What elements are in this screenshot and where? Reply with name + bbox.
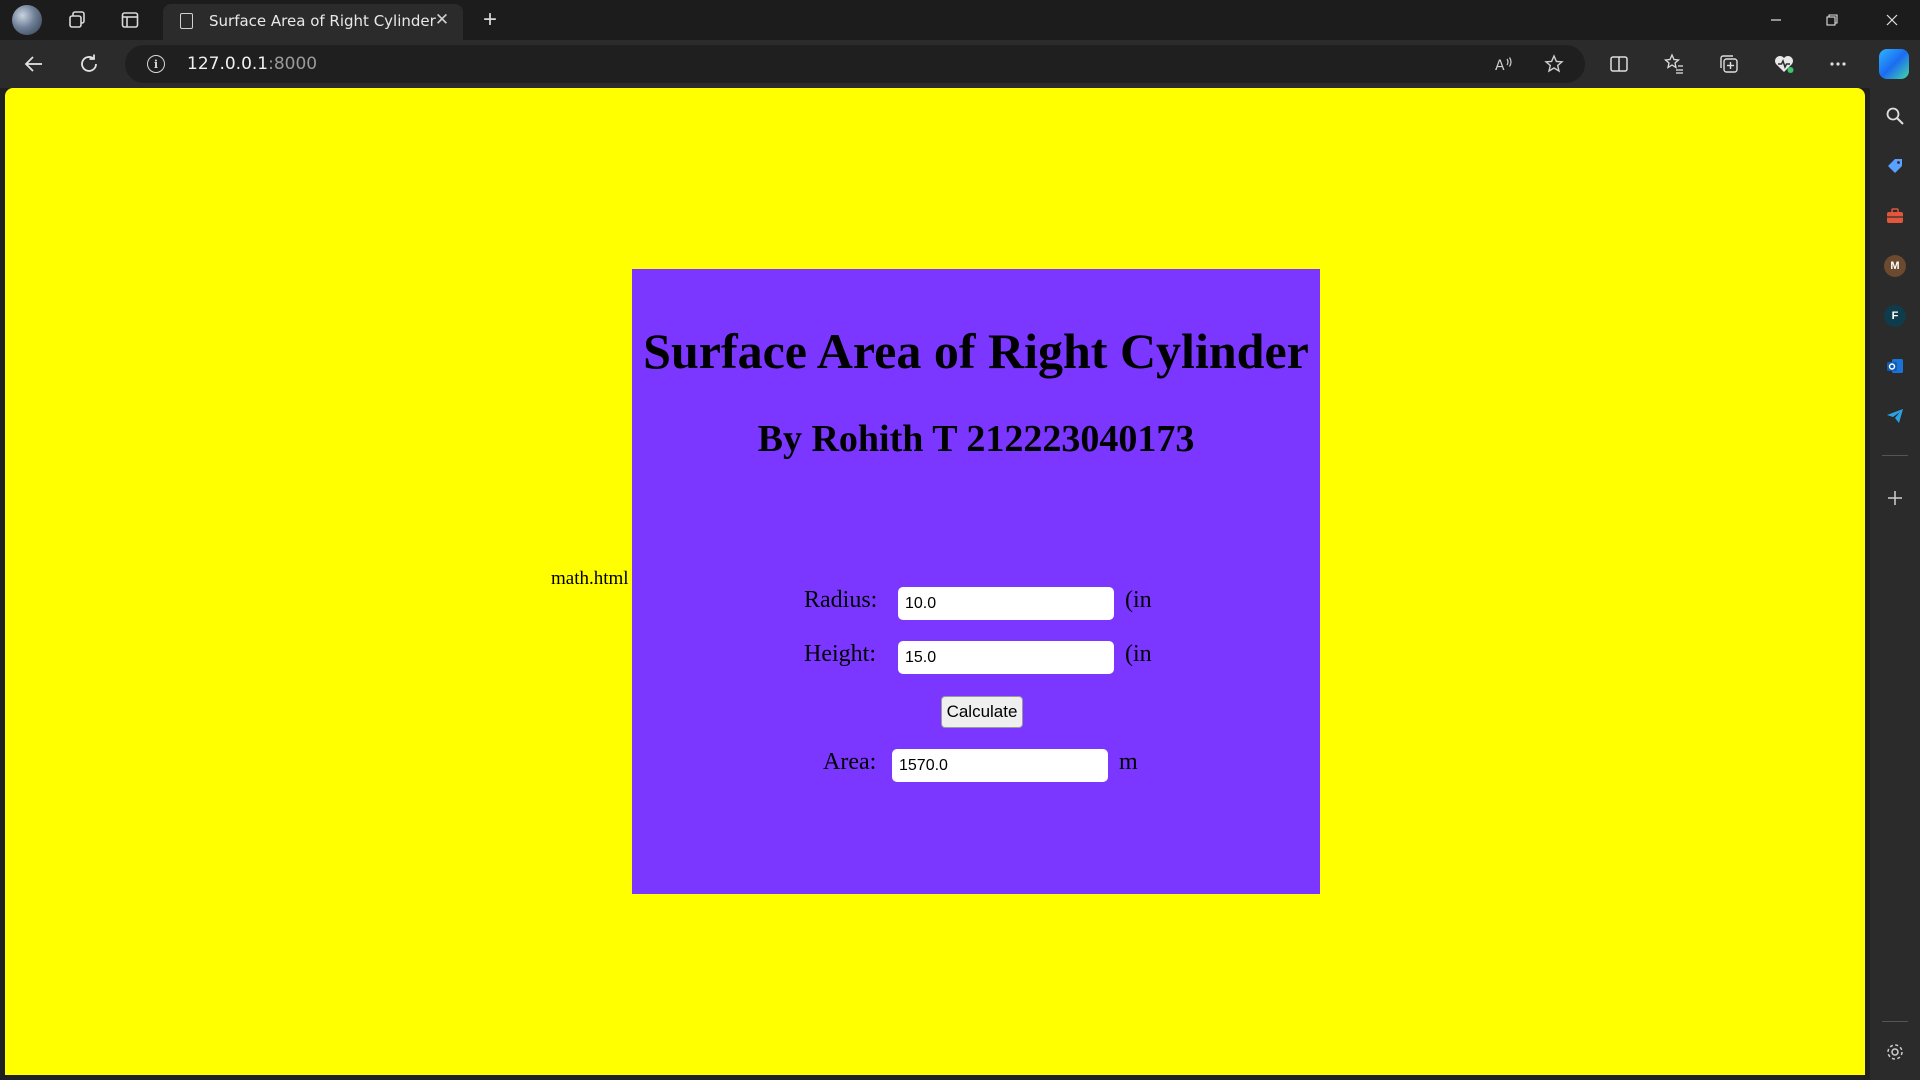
collections-icon[interactable]: [1713, 48, 1745, 80]
radius-row: Radius: (in: [632, 587, 1320, 621]
radius-unit: (in: [1125, 587, 1152, 613]
radius-input[interactable]: [898, 587, 1114, 620]
page-title: Surface Area of Right Cylinder: [643, 323, 1309, 379]
copilot-icon[interactable]: [1879, 49, 1909, 79]
restore-button[interactable]: [1804, 0, 1860, 40]
more-options-icon[interactable]: [1822, 48, 1854, 80]
close-tab-icon[interactable]: ✕: [431, 9, 453, 31]
add-sidebar-app-icon[interactable]: [1881, 484, 1909, 512]
minimize-button[interactable]: [1748, 0, 1804, 40]
tab-bar: Surface Area of Right Cylinder ✕ +: [0, 0, 1920, 40]
outlook-icon[interactable]: [1881, 352, 1909, 380]
url-text[interactable]: 127.0.0.1:8000: [187, 54, 317, 74]
address-bar[interactable]: i 127.0.0.1:8000 A: [125, 45, 1585, 83]
area-row: Area: m: [632, 749, 1320, 783]
back-button[interactable]: [18, 48, 50, 80]
search-icon[interactable]: [1881, 102, 1909, 130]
page-viewport: math.html Surface Area of Right Cylinder…: [5, 88, 1865, 1075]
area-unit: m: [1119, 749, 1138, 775]
height-input[interactable]: [898, 641, 1114, 674]
page-icon: [180, 13, 193, 29]
browser-essentials-icon[interactable]: [1768, 48, 1800, 80]
sidebar-divider: [1882, 455, 1908, 456]
calculator-card: Surface Area of Right Cylinder By Rohith…: [632, 269, 1320, 894]
calculate-button[interactable]: Calculate: [941, 696, 1023, 728]
tab-title: Surface Area of Right Cylinder: [209, 12, 436, 30]
author-subtitle: By Rohith T 212223040173: [757, 418, 1195, 460]
settings-gear-icon[interactable]: [1881, 1038, 1909, 1066]
m-app-icon[interactable]: M: [1881, 252, 1909, 280]
sidebar-divider-bottom: [1882, 1021, 1908, 1022]
browser-toolbar: i 127.0.0.1:8000 A: [0, 40, 1920, 88]
svg-text:A: A: [1495, 58, 1505, 74]
active-tab[interactable]: Surface Area of Right Cylinder ✕: [163, 4, 463, 40]
new-tab-button[interactable]: +: [476, 6, 504, 34]
tools-briefcase-icon[interactable]: [1881, 202, 1909, 230]
height-unit: (in: [1125, 641, 1152, 667]
telegram-icon[interactable]: [1881, 402, 1909, 430]
area-label: Area:: [823, 749, 877, 775]
edge-sidebar: M F: [1870, 88, 1920, 1080]
split-screen-icon[interactable]: [1603, 48, 1635, 80]
area-output[interactable]: [892, 749, 1108, 782]
broken-image-alt-text: math.html: [551, 568, 629, 589]
read-aloud-icon[interactable]: A: [1490, 50, 1518, 78]
f-app-icon[interactable]: F: [1881, 302, 1909, 330]
favorites-icon[interactable]: [1658, 48, 1690, 80]
workspaces-icon[interactable]: [63, 6, 91, 34]
site-info-icon[interactable]: i: [147, 55, 165, 73]
refresh-button[interactable]: [73, 48, 105, 80]
profile-avatar[interactable]: [12, 5, 42, 35]
height-label: Height:: [804, 641, 876, 667]
favorite-star-icon[interactable]: [1540, 50, 1568, 78]
height-row: Height: (in: [632, 641, 1320, 675]
shopping-tag-icon[interactable]: [1881, 152, 1909, 180]
vertical-tabs-icon[interactable]: [116, 6, 144, 34]
radius-label: Radius:: [804, 587, 878, 613]
close-window-button[interactable]: [1864, 0, 1920, 40]
